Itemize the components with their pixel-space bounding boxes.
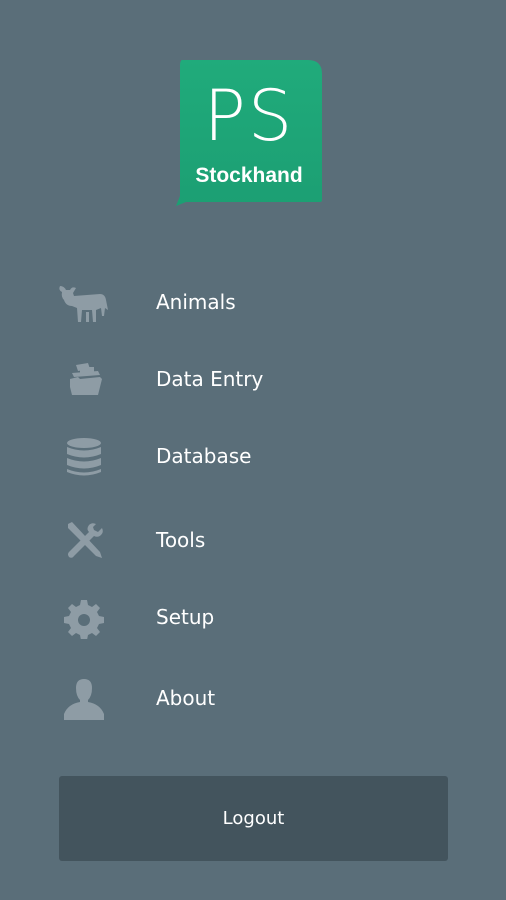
person-icon (56, 676, 112, 720)
app-logo: PS Stockhand (176, 60, 322, 206)
folder-papers-icon (56, 357, 112, 401)
menu-item-about[interactable]: About (0, 668, 506, 728)
menu-label-tools: Tools (156, 528, 206, 552)
database-icon (56, 434, 112, 478)
menu-label-about: About (156, 686, 216, 710)
menu-item-animals[interactable]: Animals (0, 272, 506, 332)
logo-initials: PS (203, 75, 295, 157)
menu-label-animals: Animals (156, 290, 236, 314)
menu-item-database[interactable]: Database (0, 426, 506, 486)
tools-icon (56, 518, 112, 562)
cow-icon (56, 280, 112, 324)
menu-item-tools[interactable]: Tools (0, 510, 506, 570)
logout-label: Logout (222, 808, 285, 829)
menu-item-data-entry[interactable]: Data Entry (0, 349, 506, 409)
menu-label-setup: Setup (156, 605, 215, 629)
menu-label-database: Database (156, 444, 252, 468)
gear-icon (56, 595, 112, 639)
logo-app-name: Stockhand (195, 164, 303, 187)
menu-label-data-entry: Data Entry (156, 367, 264, 391)
logout-button[interactable]: Logout (59, 776, 448, 861)
menu-item-setup[interactable]: Setup (0, 587, 506, 647)
